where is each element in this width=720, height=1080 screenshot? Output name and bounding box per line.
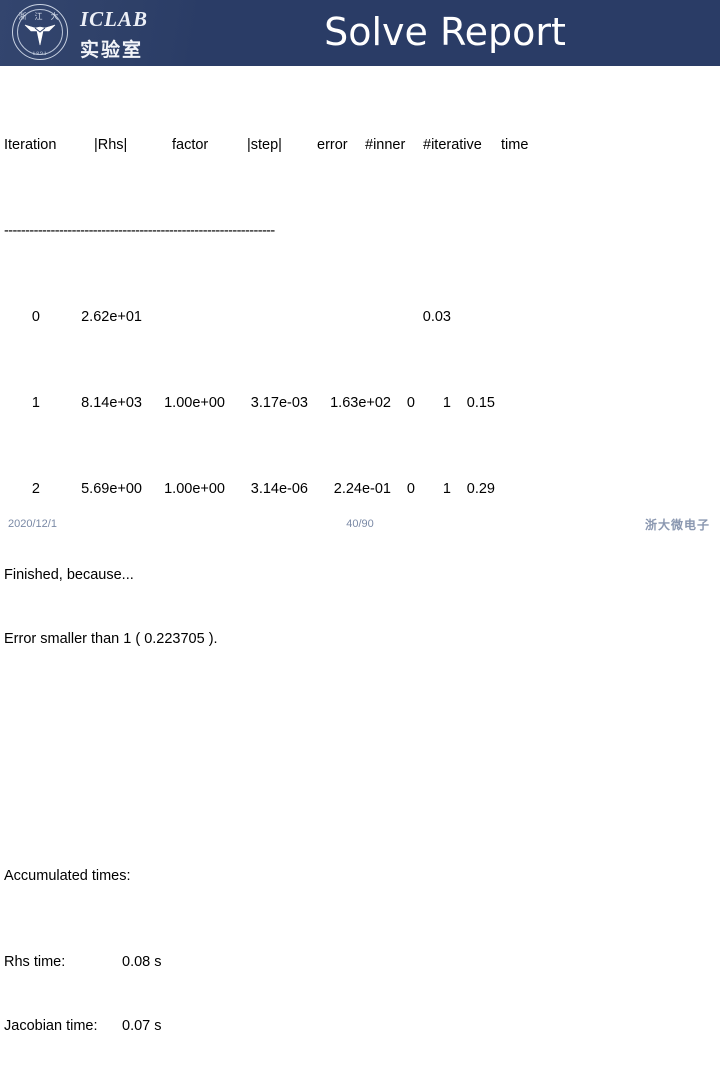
col-head-time: time: [501, 136, 529, 153]
solve-report-output: Iteration |Rhs| factor |step| error #inner #it…: [4, 70, 716, 1080]
accumulated-times-title: Accumulated times:: [4, 867, 131, 884]
col-head-iteration: Iteration: [4, 136, 57, 153]
time-value: 0.07 s: [122, 1018, 162, 1034]
iteration-row-0: 0 2.62e+01 0.03: [4, 307, 716, 329]
cell-time: 0.15: [466, 394, 495, 411]
iclab-wordmark: ICLAB: [80, 7, 149, 31]
slide-header-band: 浙 江 大 1891 ICLAB 实验室 Solve Report: [0, 0, 720, 66]
cell-inner: 0: [406, 394, 415, 411]
cell-rhs: 8.14e+03: [81, 394, 142, 411]
col-head-step: |step|: [247, 136, 282, 153]
cell-iteration: 1: [31, 394, 40, 411]
cell-factor: 1.00e+00: [164, 480, 225, 497]
time-label: Jacobian time:: [4, 1018, 98, 1034]
col-head-error: error: [317, 136, 348, 153]
footer-page-number: 40/90: [346, 518, 374, 530]
col-head-rhs: |Rhs|: [94, 136, 128, 153]
seal-year-text: 1891: [32, 51, 48, 57]
cell-iteration: 2: [31, 480, 40, 497]
footer-brand-logo: 浙大微电子: [644, 518, 710, 532]
accumulated-time-row: Jacobian time: 0.07 s: [4, 1016, 716, 1038]
seal-bird-emblem-icon: [24, 24, 56, 46]
cell-iterative: 1: [442, 394, 451, 411]
iteration-table-rule: ----------------------------------------…: [4, 222, 275, 239]
cell-rhs: 5.69e+00: [81, 480, 142, 497]
iteration-table-header: Iteration |Rhs| factor |step| error #inner #it…: [4, 135, 716, 157]
lab-chinese-label: 实验室: [80, 39, 144, 61]
col-head-inner: #inner: [365, 136, 406, 153]
col-head-factor: factor: [172, 136, 209, 153]
iteration-row-2: 2 5.69e+00 1.00e+00 3.14e-06 2.24e-01 0 1 0.29: [4, 479, 716, 501]
cell-iterative: 0.03: [422, 308, 451, 325]
col-head-iterative: #iterative: [423, 136, 482, 153]
cell-step: 3.14e-06: [250, 480, 308, 497]
cell-error: 2.24e-01: [333, 480, 391, 497]
accumulated-time-row: Rhs time: 0.08 s: [4, 952, 716, 974]
cell-rhs: 2.62e+01: [81, 308, 142, 325]
page-title: Solve Report: [324, 10, 566, 54]
iclab-logo: 浙 江 大 1891 ICLAB 实验室: [8, 2, 200, 64]
body-spacer-2: [4, 780, 716, 802]
university-seal-icon: 浙 江 大 1891: [12, 4, 70, 62]
cell-factor: 1.00e+00: [164, 394, 225, 411]
cell-iterative: 1: [442, 480, 451, 497]
cell-inner: 0: [406, 480, 415, 497]
cell-time: 0.29: [466, 480, 495, 497]
iteration-row-1: 1 8.14e+03 1.00e+00 3.17e-03 1.63e+02 0 1 0.15: [4, 393, 716, 415]
finished-label: Finished, because...: [4, 566, 134, 583]
time-label: Rhs time:: [4, 953, 66, 970]
time-value: 0.08 s: [122, 953, 162, 970]
body-spacer-1: [4, 715, 716, 737]
finished-reason: Error smaller than 1 ( 0.223705 ).: [4, 631, 218, 647]
cell-iteration: 0: [31, 308, 40, 325]
cell-error: 1.63e+02: [330, 394, 391, 411]
cell-step: 3.17e-03: [250, 394, 308, 411]
